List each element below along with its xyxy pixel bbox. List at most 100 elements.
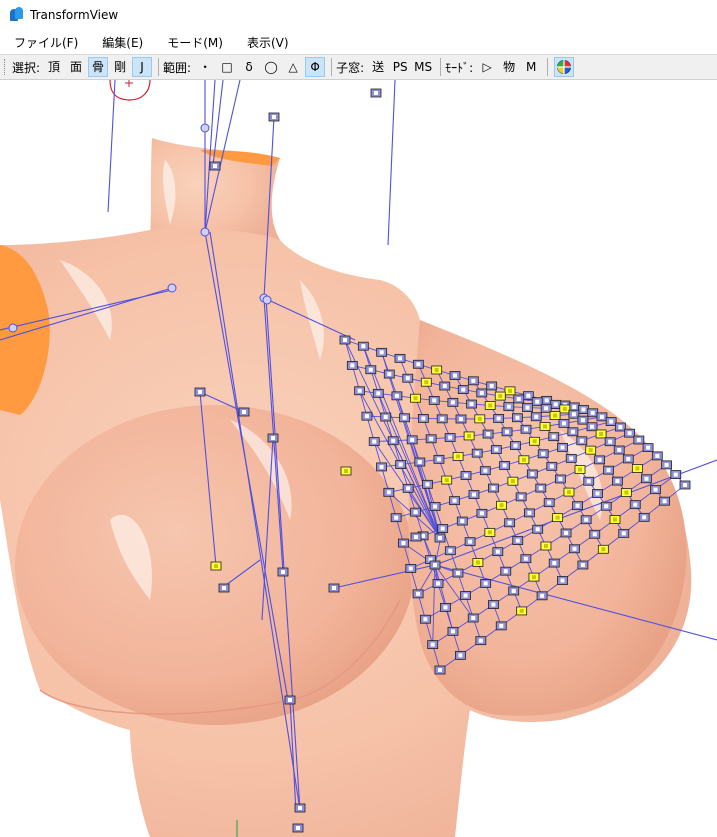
select-rigid-button[interactable]: 剛: [110, 57, 130, 77]
bone-node[interactable]: [425, 434, 437, 444]
bone-node[interactable]: [464, 537, 476, 547]
bone-node[interactable]: [568, 409, 580, 419]
bone-node[interactable]: [546, 461, 558, 471]
bone-node[interactable]: [449, 496, 460, 506]
bone-node[interactable]: [507, 476, 519, 486]
bone-node[interactable]: [484, 401, 496, 410]
bone-node[interactable]: [540, 541, 552, 551]
bone-node[interactable]: [284, 695, 296, 705]
bone-node[interactable]: [522, 403, 533, 412]
bone-node[interactable]: [661, 460, 672, 470]
bone-node[interactable]: [578, 405, 589, 414]
bone-node[interactable]: [294, 803, 306, 813]
bone-node[interactable]: [548, 558, 560, 568]
range-circle-button[interactable]: ◯: [261, 57, 281, 77]
bone-node[interactable]: [659, 496, 670, 506]
bone-node[interactable]: [380, 412, 392, 422]
bone-node[interactable]: [390, 513, 402, 523]
bone-node[interactable]: [466, 399, 477, 409]
bone-node[interactable]: [629, 500, 641, 510]
bone-node[interactable]: [558, 418, 570, 428]
bone-node[interactable]: [429, 502, 441, 511]
bone-node[interactable]: [370, 88, 382, 98]
bone-node[interactable]: [520, 554, 532, 564]
bone-node[interactable]: [456, 516, 468, 526]
joint-node[interactable]: [262, 295, 272, 305]
mode-play-button[interactable]: ▷: [477, 57, 497, 77]
target-button[interactable]: [554, 57, 575, 77]
mode-m-button[interactable]: M: [521, 57, 541, 77]
bone-node[interactable]: [559, 404, 571, 414]
bone-node[interactable]: [268, 112, 280, 122]
bone-node[interactable]: [492, 547, 504, 557]
bone-node[interactable]: [267, 433, 279, 443]
bone-node[interactable]: [463, 431, 475, 441]
bone-node[interactable]: [437, 524, 449, 533]
bone-node[interactable]: [434, 665, 446, 675]
bone-node[interactable]: [510, 441, 521, 450]
bone-node[interactable]: [586, 422, 598, 432]
bone-node[interactable]: [501, 427, 513, 437]
bone-node[interactable]: [530, 412, 542, 422]
bone-node[interactable]: [537, 449, 549, 459]
bone-node[interactable]: [503, 402, 515, 412]
child-ms-button[interactable]: MS: [412, 57, 434, 77]
bone-node[interactable]: [536, 591, 548, 601]
bone-node[interactable]: [612, 476, 623, 486]
bone-node[interactable]: [557, 576, 568, 585]
bone-node[interactable]: [618, 528, 630, 538]
bone-node[interactable]: [475, 636, 487, 646]
bone-node[interactable]: [585, 445, 597, 455]
bone-node[interactable]: [417, 414, 429, 423]
bone-node[interactable]: [513, 394, 525, 404]
bone-node[interactable]: [476, 388, 488, 398]
select-bone-button[interactable]: 骨: [88, 57, 109, 77]
bone-node[interactable]: [574, 465, 586, 474]
range-rect-button[interactable]: □: [217, 57, 237, 77]
bone-node[interactable]: [398, 538, 409, 548]
bone-node[interactable]: [552, 513, 564, 523]
menu-edit[interactable]: 編集(E): [88, 34, 153, 51]
bone-node[interactable]: [549, 411, 561, 420]
bone-node[interactable]: [427, 640, 439, 650]
bone-node[interactable]: [452, 568, 464, 578]
bone-node[interactable]: [444, 433, 456, 442]
bone-node[interactable]: [372, 388, 384, 398]
bone-node[interactable]: [419, 614, 431, 624]
bone-node[interactable]: [650, 485, 661, 495]
bone-node[interactable]: [440, 602, 451, 612]
bone-node[interactable]: [431, 365, 443, 375]
bone-node[interactable]: [567, 427, 579, 437]
bone-node[interactable]: [603, 465, 614, 475]
bone-node[interactable]: [340, 466, 352, 476]
bone-node[interactable]: [583, 476, 595, 486]
child-send-button[interactable]: 送: [368, 57, 388, 77]
bone-node[interactable]: [594, 455, 606, 465]
bone-node[interactable]: [624, 428, 636, 438]
bone-node[interactable]: [394, 353, 406, 363]
bone-node[interactable]: [484, 527, 496, 537]
bone-node[interactable]: [679, 480, 691, 490]
bone-node[interactable]: [412, 359, 424, 369]
bone-node[interactable]: [500, 566, 512, 576]
bone-node[interactable]: [531, 397, 543, 407]
bone-node[interactable]: [604, 437, 616, 447]
bone-node[interactable]: [528, 572, 540, 582]
bone-node[interactable]: [516, 606, 528, 616]
bone-node[interactable]: [460, 591, 471, 600]
bone-node[interactable]: [563, 487, 575, 497]
bone-node[interactable]: [444, 546, 456, 556]
bone-node[interactable]: [532, 524, 544, 534]
bone-node[interactable]: [515, 492, 527, 502]
bone-node[interactable]: [328, 583, 340, 593]
toolbar-grip[interactable]: [4, 59, 8, 75]
bone-node[interactable]: [572, 501, 583, 511]
bone-node[interactable]: [238, 407, 250, 417]
joint-node[interactable]: [167, 283, 177, 293]
bone-node[interactable]: [395, 460, 407, 469]
bone-node[interactable]: [557, 443, 568, 452]
bone-node[interactable]: [441, 475, 453, 485]
range-delta-button[interactable]: δ: [239, 57, 259, 77]
select-vertex-button[interactable]: 頂: [44, 57, 64, 77]
bone-node[interactable]: [488, 483, 499, 493]
